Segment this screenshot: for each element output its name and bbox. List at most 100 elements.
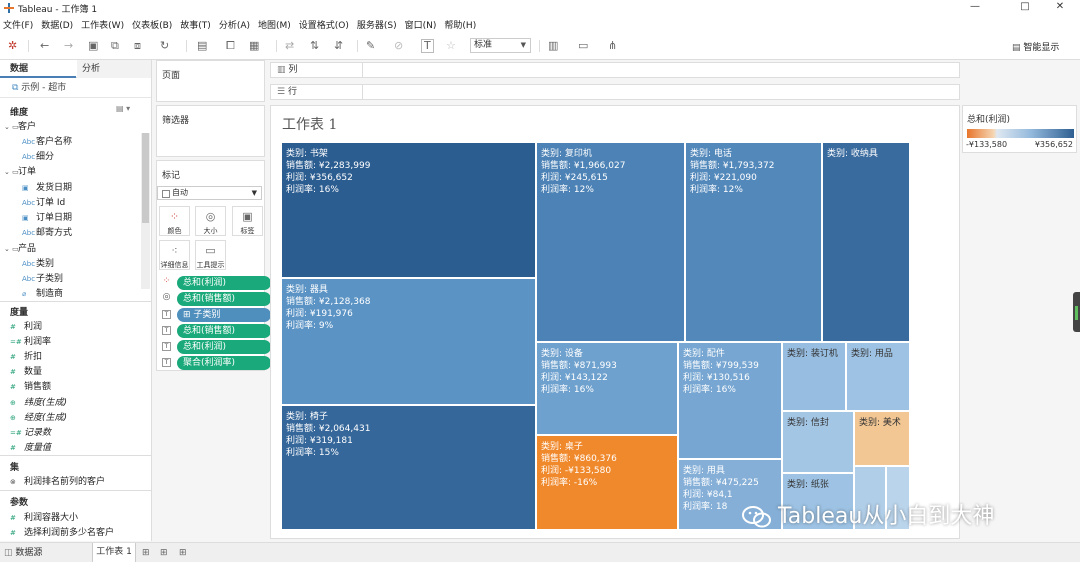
new-dashboard-icon[interactable]: ⊞ [160,546,168,560]
detail-button[interactable]: ⁖ 详细信息 [159,240,190,270]
measure-field[interactable]: # 数量 [10,365,42,380]
datasource-item[interactable]: ⧉ 示例 - 超市 [0,78,151,98]
minimize-button[interactable]: — [955,0,995,16]
smart-display-button[interactable]: ▤ 智能显示 [1012,40,1059,53]
duplicate-sheet-icon[interactable]: ⧠ [226,39,235,53]
new-worksheet-icon[interactable]: ▤ [197,39,207,53]
fit-select[interactable]: 标准 ▼ [470,38,531,53]
parameter-field[interactable]: # 利润容器大小 [10,511,78,526]
measure-field[interactable]: # 利润 [10,320,42,335]
dimension-field[interactable]: Abc类别 [22,257,54,272]
redo-icon[interactable]: → [64,39,73,53]
dimension-field[interactable]: Abc订单 Id [22,196,65,211]
refresh-icon[interactable]: ↻ [160,39,169,53]
datasource-tab[interactable]: ◫ 数据源 [4,546,42,560]
dimension-folder-customer[interactable]: ⌄ ▭客户 [4,120,36,135]
menu-data[interactable]: 数据(D) [41,18,73,31]
save-icon[interactable]: ▣ [88,39,98,53]
menu-dashboard[interactable]: 仪表板(B) [132,18,172,31]
treemap-cell[interactable]: 类别: 装订机 [782,342,846,411]
dimension-field[interactable]: ▣ 发货日期 [22,181,72,196]
treemap-cell[interactable]: 类别: 复印机 销售额: ¥1,966,027 利润: ¥245,615 利润率: 1… [536,142,685,342]
treemap-cell[interactable]: 类别: 配件 销售额: ¥799,539 利润: ¥130,516 利润率: 16% [678,342,782,459]
parameter-field[interactable]: # 选择利润前多少名客户 [10,526,114,541]
marks-pill[interactable]: 总和(销售额) [177,324,271,338]
scrollbar-thumb[interactable] [142,133,149,223]
new-story-icon[interactable]: ⊞ [179,546,187,560]
swap-icon[interactable]: ⇄ [285,39,294,53]
marks-pill[interactable]: 总和(利润) [177,276,271,290]
dimensions-menu-icon[interactable]: ▤ ▾ [116,104,130,113]
treemap-cell[interactable]: 类别: 椅子 销售额: ¥2,064,431 利润: ¥319,181 利润率: 15… [281,405,536,530]
dimension-field[interactable]: ▣ 订单日期 [22,211,72,226]
filters-card[interactable]: 筛选器 [156,105,265,157]
menu-window[interactable]: 窗口(N) [405,18,437,31]
new-worksheet-icon[interactable]: ⊞ [142,546,150,560]
treemap-cell[interactable]: 类别: 美术 [854,411,910,466]
treemap-cell[interactable]: 类别: 收纳具 [822,142,910,342]
columns-shelf[interactable]: ▥ 列 [270,62,960,78]
treemap-cell[interactable]: 类别: 信封 [782,411,854,473]
menu-analysis[interactable]: 分析(A) [219,18,250,31]
treemap-cell[interactable]: 类别: 用品 [846,342,910,411]
measure-field[interactable]: =# 记录数 [10,426,51,441]
close-button[interactable]: ✕ [1040,0,1080,16]
marks-pill[interactable]: 总和(销售额) [177,292,271,306]
presentation-mode-icon[interactable]: ▥ [548,39,558,53]
mark-type-select[interactable]: 自动 ▼ [157,186,262,200]
measure-field[interactable]: =# 利润率 [10,335,51,350]
sort-descending-icon[interactable]: ⇵ [334,39,343,53]
tab-analysis[interactable]: 分析 [77,60,151,78]
dimension-field[interactable]: Abc细分 [22,150,54,165]
tableau-home-icon[interactable]: ✲ [8,39,17,53]
dimension-folder-product[interactable]: ⌄ ▭产品 [4,242,36,257]
treemap-cell[interactable]: 类别: 电话 销售额: ¥1,793,372 利润: ¥221,090 利润率: 12… [685,142,822,342]
new-datasource-icon[interactable]: ⧉ [111,39,119,53]
show-cards-icon[interactable]: ▭ [578,39,588,53]
dimension-folder-order[interactable]: ⌄ ▭订单 [4,165,36,180]
highlight-icon[interactable]: ✎ [366,39,375,53]
measure-field[interactable]: ⊕ 纬度(生成) [10,396,67,411]
dimension-field[interactable]: Abc客户名称 [22,135,72,150]
share-icon[interactable]: ⋔ [608,39,617,53]
marks-pill[interactable]: ⊞ 子类别 [177,308,271,322]
dimension-field[interactable]: Abc子类别 [22,272,63,287]
set-field[interactable]: ⊗ 利润排名前列的客户 [10,475,105,490]
menu-help[interactable]: 帮助(H) [444,18,476,31]
undo-icon[interactable]: ← [40,39,49,53]
measure-field[interactable]: # 度量值 [10,441,51,456]
marks-pill[interactable]: 聚合(利润率) [177,356,271,370]
sheet-tab[interactable]: 工作表 1 [92,543,136,562]
measure-field[interactable]: # 折扣 [10,350,42,365]
tab-data[interactable]: 数据 [0,60,76,78]
group-icon[interactable]: ⊘ [394,39,403,53]
sort-ascending-icon[interactable]: ⇅ [310,39,319,53]
menu-worksheet[interactable]: 工作表(W) [81,18,124,31]
clear-sheet-icon[interactable]: ▦ [249,39,259,53]
treemap-cell[interactable]: 类别: 设备 销售额: ¥871,993 利润: ¥143,122 利润率: 16% [536,342,678,435]
pages-card[interactable]: 页面 [156,60,265,102]
label-button[interactable]: ▣ 标签 [232,206,263,236]
pause-updates-icon[interactable]: ⧈ [134,39,141,53]
treemap-cell[interactable]: 类别: 器具 销售额: ¥2,128,368 利润: ¥191,976 利润率: 9% [281,278,536,405]
legend-gradient[interactable] [967,129,1074,138]
measure-field[interactable]: ⊕ 经度(生成) [10,411,67,426]
data-pane-scrollbar[interactable] [141,133,150,289]
treemap-cell[interactable]: 类别: 桌子 销售额: ¥860,376 利润: -¥133,580 利润率: -16… [536,435,678,530]
maximize-button[interactable]: □ [1005,0,1045,16]
marks-pill[interactable]: 总和(利润) [177,340,271,354]
dimension-field[interactable]: Abc邮寄方式 [22,226,72,241]
treemap-cell[interactable]: 类别: 书架 销售额: ¥2,283,999 利润: ¥356,652 利润率: 16… [281,142,536,278]
show-labels-icon[interactable]: T [421,39,434,53]
side-panel-handle[interactable] [1073,292,1080,332]
menu-server[interactable]: 服务器(S) [357,18,397,31]
size-button[interactable]: ◎ 大小 [195,206,226,236]
menu-file[interactable]: 文件(F) [3,18,33,31]
dimension-field[interactable]: ⌀ 制造商 [22,287,63,302]
color-button[interactable]: ⁘ 颜色 [159,206,190,236]
tooltip-button[interactable]: ▭ 工具提示 [195,240,226,270]
fix-axes-icon[interactable]: ☆ [446,39,456,53]
menu-map[interactable]: 地图(M) [258,18,291,31]
rows-shelf[interactable]: ☰ 行 [270,84,960,100]
worksheet-title[interactable]: 工作表 1 [282,114,337,134]
